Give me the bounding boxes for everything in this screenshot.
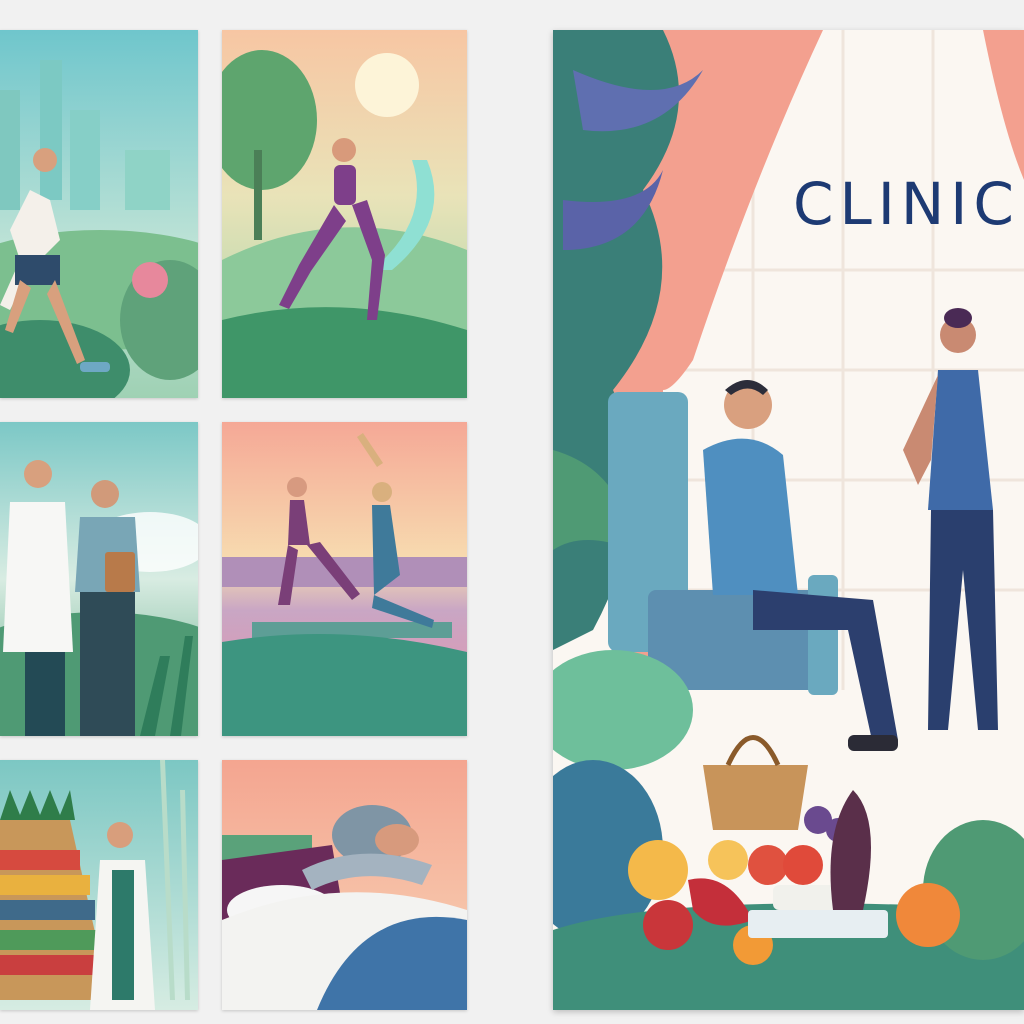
yoga-stretching-illustration [222,422,467,736]
clinic-poster: CLINIC [553,30,1024,1010]
doctor-nurse-consult-illustration [0,422,198,736]
sunrise-jogging-illustration [222,30,467,398]
city-park-jogging-illustration [0,30,198,398]
sleep-rest-illustration [222,760,467,1010]
poster-title: CLINIC [793,170,1020,238]
healthy-food-market-illustration [0,760,198,1010]
